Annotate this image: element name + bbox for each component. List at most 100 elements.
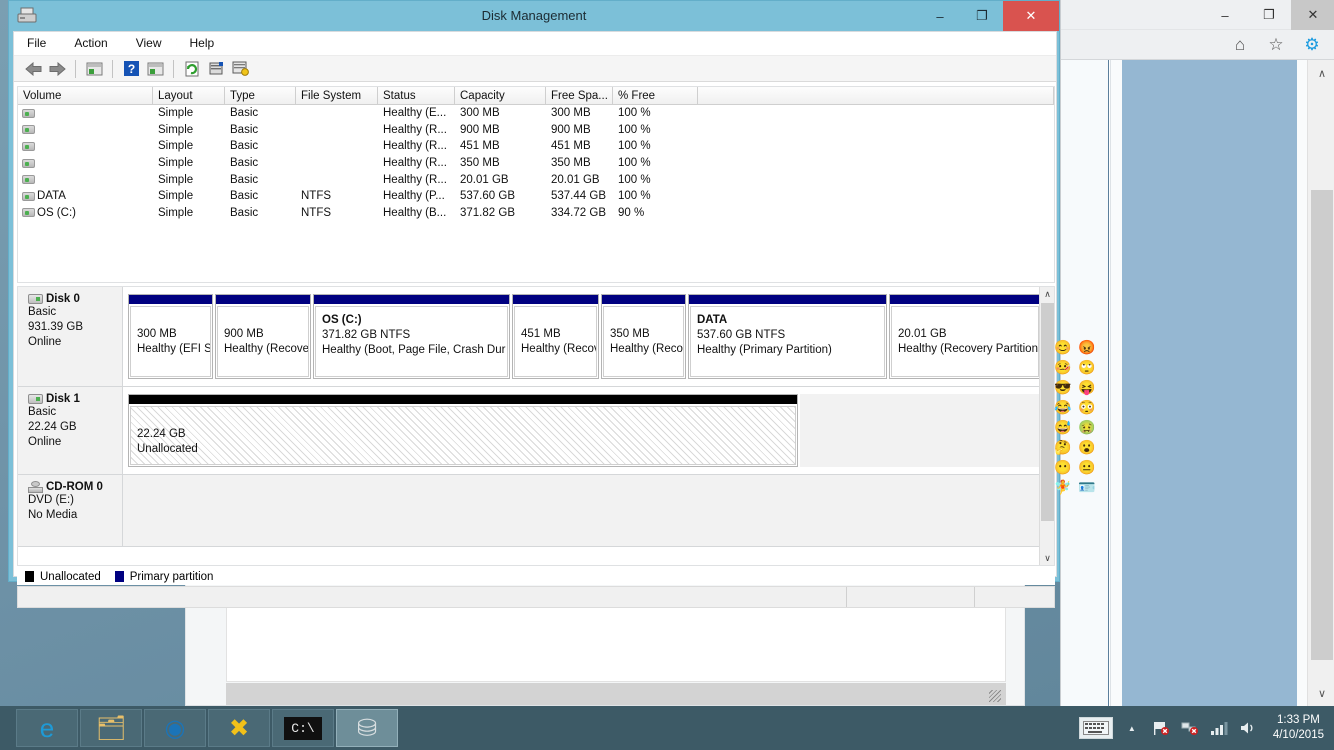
partition-block[interactable]: 300 MB Healthy (EFI S	[128, 294, 213, 379]
emoticon-item[interactable]: 😮	[1076, 438, 1098, 457]
ie-vertical-scrollbar[interactable]: ∧ ∨	[1307, 60, 1334, 706]
table-row[interactable]: Simple Basic Healthy (R... 350 MB 350 MB 100 …	[18, 155, 1054, 172]
properties-icon[interactable]	[205, 58, 227, 80]
volume-list[interactable]: Volume Layout Type File System Status Capacit…	[17, 86, 1055, 283]
ie-scrollbar-thumb[interactable]	[1311, 190, 1333, 660]
column-header-free-spa[interactable]: Free Spa...	[546, 87, 613, 104]
emoticon-picker-panel[interactable]: 😊 😡 🤒 🙄 😎 😝 😂 😳 😅 🤢 🤔 😮 😶 😐 🧚 🪪	[1052, 338, 1100, 528]
clock[interactable]: 1:33 PM 4/10/2015	[1267, 713, 1324, 743]
emoticon-item[interactable]: 🤢	[1076, 418, 1098, 437]
signal-bars-icon[interactable]	[1209, 719, 1229, 737]
scroll-down-arrow[interactable]: ∨	[1040, 551, 1054, 565]
menu-item-help[interactable]: Help	[187, 34, 218, 52]
emoticon-item[interactable]: 😝	[1076, 378, 1098, 397]
refresh-icon[interactable]	[181, 58, 203, 80]
table-row[interactable]: DATA Simple Basic NTFS Healthy (P... 537.60 G…	[18, 188, 1054, 205]
emoticon-item[interactable]: 🧚	[1052, 478, 1074, 497]
cell-capacity: 300 MB	[460, 107, 500, 120]
touch-keyboard-icon[interactable]	[1078, 717, 1113, 739]
table-row[interactable]: Simple Basic Healthy (E... 300 MB 300 MB 100 …	[18, 105, 1054, 122]
close-button[interactable]: ✕	[1003, 1, 1059, 31]
minimize-button[interactable]: –	[919, 1, 961, 31]
menu-item-view[interactable]: View	[133, 34, 165, 52]
ie-scroll-down-arrow[interactable]: ∨	[1308, 680, 1334, 706]
taskbar-x-app-button[interactable]: ✖	[208, 709, 270, 747]
favorites-star-icon[interactable]: ☆	[1265, 34, 1287, 56]
emoticon-item[interactable]: 😶	[1052, 458, 1074, 477]
resize-grip-icon[interactable]	[989, 690, 1001, 702]
emoticon-item[interactable]: 😊	[1052, 338, 1074, 357]
scroll-up-arrow[interactable]: ∧	[1040, 287, 1054, 301]
disk-info-panel[interactable]: Disk 0 Basic 931.39 GB Online	[18, 287, 123, 386]
partition-block[interactable]: 350 MB Healthy (Reco	[601, 294, 686, 379]
show-hide-console-tree-icon[interactable]	[144, 58, 166, 80]
column-header-volume[interactable]: Volume	[18, 87, 153, 104]
emoticon-item[interactable]: 🪪	[1076, 478, 1098, 497]
menu-item-file[interactable]: File	[24, 34, 49, 52]
disk-info-panel[interactable]: Disk 1 Basic 22.24 GB Online	[18, 387, 123, 474]
emoticon-item[interactable]: 🤔	[1052, 438, 1074, 457]
taskbar-command-prompt-button[interactable]: C:\	[272, 709, 334, 747]
column-header-type[interactable]: Type	[225, 87, 296, 104]
partition-block[interactable]: OS (C:) 371.82 GB NTFS Healthy (Boot, Page…	[313, 294, 510, 379]
cdrom-info-panel[interactable]: CD-ROM 0 DVD (E:) No Media	[18, 475, 123, 546]
disk-row[interactable]: Disk 1 Basic 22.24 GB Online 22.24 GB Unalloc…	[18, 387, 1054, 475]
forward-icon[interactable]	[46, 58, 68, 80]
emoticon-item[interactable]: 😂	[1052, 398, 1074, 417]
rescan-disks-icon[interactable]	[229, 58, 251, 80]
emoticon-item[interactable]: 😡	[1076, 338, 1098, 357]
taskbar-internet-explorer-button[interactable]: e	[16, 709, 78, 747]
ie-scroll-up-arrow[interactable]: ∧	[1308, 60, 1334, 86]
column-header-layout[interactable]: Layout	[153, 87, 225, 104]
taskbar-media-app-button[interactable]: ◉	[144, 709, 206, 747]
show-hidden-icons-icon[interactable]: ▲	[1122, 719, 1142, 737]
ie-close-button[interactable]: ✕	[1291, 0, 1334, 30]
ie-restore-button[interactable]: ❐	[1247, 0, 1291, 30]
column-header-file-system[interactable]: File System	[296, 87, 378, 104]
taskbar[interactable]: e 🗂 ◉ ✖ C:\ ⛁ ▲ 1:33 PM 4/10/2015	[0, 706, 1334, 750]
graphical-disk-pane[interactable]: Disk 0 Basic 931.39 GB Online 300 MB Healthy …	[17, 286, 1055, 566]
ie-minimize-button[interactable]: –	[1203, 0, 1247, 30]
emoticon-item[interactable]: 🤒	[1052, 358, 1074, 377]
partition-block[interactable]: 20.01 GB Healthy (Recovery Partition	[889, 294, 1041, 379]
up-one-level-icon[interactable]	[83, 58, 105, 80]
internet-explorer-window[interactable]: – ❐ ✕ ⌂ ☆ ⚙ ∧ ∨	[1060, 0, 1334, 706]
partition-status: Healthy (EFI S	[137, 343, 211, 355]
emoticon-item[interactable]: 😳	[1076, 398, 1098, 417]
column-header-status[interactable]: Status	[378, 87, 455, 104]
column-header-capacity[interactable]: Capacity	[455, 87, 546, 104]
partition-block[interactable]: 900 MB Healthy (Recover	[215, 294, 311, 379]
partition-block[interactable]: 22.24 GB Unallocated	[128, 394, 798, 467]
taskbar-disk-management-button[interactable]: ⛁	[336, 709, 398, 747]
partition-block[interactable]: 451 MB Healthy (Recov	[512, 294, 599, 379]
maximize-button[interactable]: ❐	[961, 1, 1003, 31]
table-row[interactable]: OS (C:) Simple Basic NTFS Healthy (B... 371.8…	[18, 205, 1054, 222]
taskbar-file-explorer-button[interactable]: 🗂	[80, 709, 142, 747]
disk-management-window[interactable]: Disk Management – ❐ ✕ File Action View Help	[8, 0, 1060, 608]
action-center-flag-icon[interactable]	[1151, 719, 1171, 737]
settings-gear-icon[interactable]: ⚙	[1301, 34, 1323, 56]
menu-item-action[interactable]: Action	[71, 34, 110, 52]
disk-row[interactable]: Disk 0 Basic 931.39 GB Online 300 MB Healthy …	[18, 287, 1054, 387]
partition-status: Healthy (Recov	[521, 343, 597, 355]
cdrom-row[interactable]: CD-ROM 0 DVD (E:) No Media	[18, 475, 1054, 547]
table-row[interactable]: Simple Basic Healthy (R... 451 MB 451 MB 100 …	[18, 138, 1054, 155]
emoticon-item[interactable]: 😐	[1076, 458, 1098, 477]
disk-management-icon: ⛁	[356, 714, 378, 742]
table-row[interactable]: Simple Basic Healthy (R... 20.01 GB 20.01 GB…	[18, 171, 1054, 188]
home-icon[interactable]: ⌂	[1229, 34, 1251, 56]
cell-layout: Simple	[158, 206, 194, 219]
emoticon-item[interactable]: 😅	[1052, 418, 1074, 437]
emoticon-item[interactable]: 😎	[1052, 378, 1074, 397]
volume-speaker-icon[interactable]	[1238, 719, 1258, 737]
partition-label: OS (C:)	[322, 314, 362, 326]
table-row[interactable]: Simple Basic Healthy (R... 900 MB 900 MB 100 …	[18, 122, 1054, 139]
partition-block[interactable]: DATA 537.60 GB NTFS Healthy (Primary Parti…	[688, 294, 887, 379]
disk-size: 931.39 GB	[28, 321, 83, 333]
emoticon-item[interactable]: 🙄	[1076, 358, 1098, 377]
column-header-free[interactable]: % Free	[613, 87, 698, 104]
back-icon[interactable]	[22, 58, 44, 80]
cell-volume: DATA	[18, 190, 153, 202]
help-icon[interactable]: ?	[120, 58, 142, 80]
network-icon[interactable]	[1180, 719, 1200, 737]
